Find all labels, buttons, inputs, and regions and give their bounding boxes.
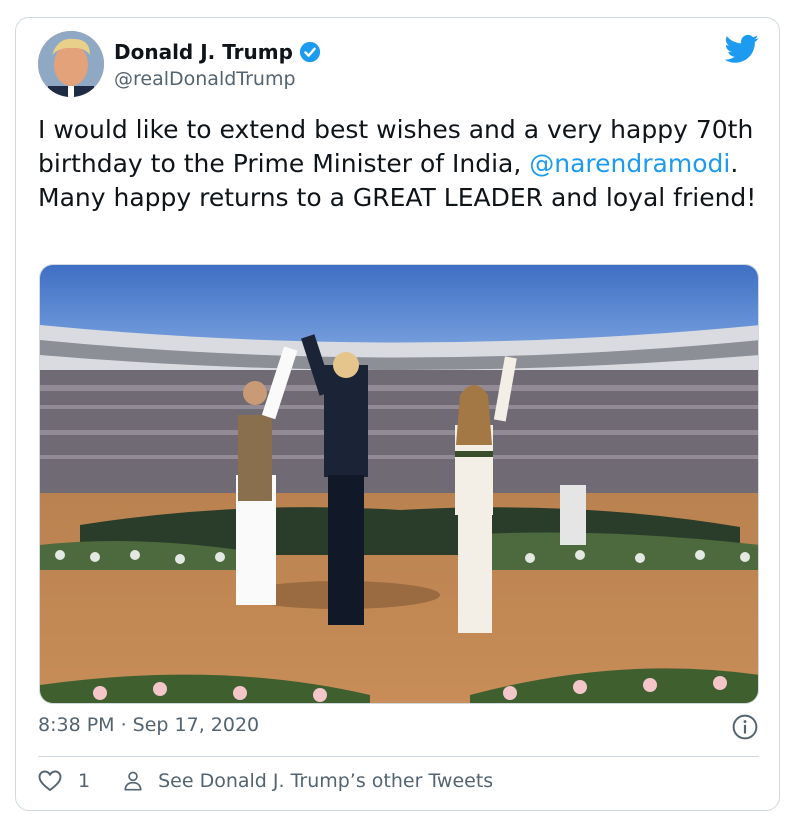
heart-icon[interactable] (38, 770, 62, 792)
like-count[interactable]: 1 (78, 770, 90, 792)
tweet-photo[interactable] (39, 264, 759, 704)
tweet-text: I would like to extend best wishes and a… (38, 113, 758, 215)
tweet-actions: 1 See Donald J. Trump’s other Tweets (38, 770, 493, 792)
stadium-photo (40, 265, 758, 703)
mention-link[interactable]: @narendramodi (529, 149, 730, 178)
tweet-timestamp[interactable]: 8:38 PM · Sep 17, 2020 (38, 714, 259, 736)
person-icon[interactable] (122, 770, 144, 792)
info-icon[interactable] (732, 714, 758, 740)
see-other-tweets-link[interactable]: See Donald J. Trump’s other Tweets (158, 770, 493, 792)
author-handle[interactable]: @realDonaldTrump (114, 68, 296, 90)
twitter-bird-icon[interactable] (725, 34, 759, 64)
author-row[interactable]: Donald J. Trump (114, 40, 321, 64)
author-name[interactable]: Donald J. Trump (114, 40, 293, 64)
verified-badge-icon (299, 41, 321, 63)
divider (38, 756, 759, 757)
tweet-card: Donald J. Trump @realDonaldTrump I would… (15, 17, 780, 811)
avatar[interactable] (38, 31, 104, 97)
avatar-image (38, 31, 104, 97)
